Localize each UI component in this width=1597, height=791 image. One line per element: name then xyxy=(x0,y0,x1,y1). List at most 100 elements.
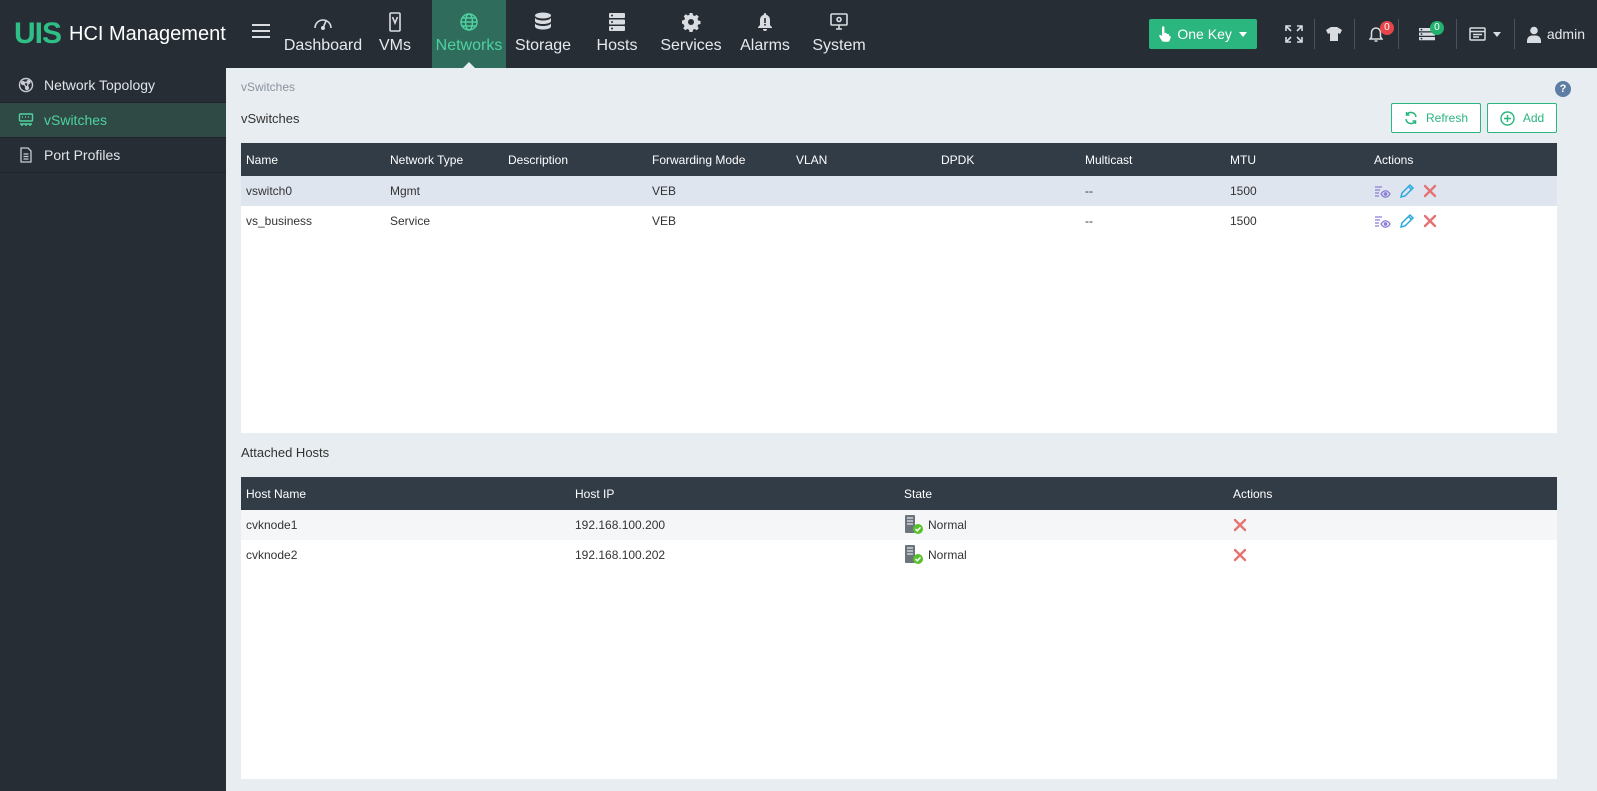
column-header[interactable]: Host Name xyxy=(241,487,570,501)
sidebar-item-network-topology[interactable]: Network Topology xyxy=(0,68,226,103)
main-nav: Dashboard VMs Networks Storage Hosts Ser… xyxy=(283,0,876,69)
nav-vms[interactable]: VMs xyxy=(358,0,432,68)
nav-alarms[interactable]: Alarms xyxy=(728,0,802,68)
delete-icon[interactable] xyxy=(1233,518,1247,532)
host-state: Normal xyxy=(899,545,1228,565)
alarm-notifications-button[interactable]: 0 xyxy=(1355,19,1399,49)
nav-services[interactable]: Services xyxy=(654,0,728,68)
column-header[interactable]: VLAN xyxy=(791,153,936,167)
column-header[interactable]: State xyxy=(899,487,1228,501)
table-header: Host Name Host IP State Actions xyxy=(241,477,1557,510)
chevron-down-icon xyxy=(1238,31,1247,37)
edit-icon[interactable] xyxy=(1399,213,1415,229)
host-name: cvknode2 xyxy=(246,548,298,562)
column-header: Actions xyxy=(1233,486,1273,501)
refresh-button[interactable]: Refresh xyxy=(1391,103,1481,133)
table-header: Name Network Type Description Forwarding… xyxy=(241,143,1557,176)
mtu: 1500 xyxy=(1230,214,1257,228)
add-button[interactable]: Add xyxy=(1487,103,1557,133)
shirt-icon xyxy=(1325,26,1343,42)
nav-label: VMs xyxy=(379,37,411,54)
host-state: Normal xyxy=(899,515,1228,535)
gauge-icon xyxy=(312,12,334,32)
vswitch-name: vswitch0 xyxy=(246,184,293,198)
switch-icon xyxy=(18,112,34,128)
host-ip: 192.168.100.200 xyxy=(575,518,666,532)
view-details-icon[interactable] xyxy=(1374,215,1391,228)
host-normal-icon xyxy=(904,545,923,565)
add-circle-icon xyxy=(1500,110,1515,126)
help-icon[interactable]: ? xyxy=(1555,81,1571,97)
nav-networks[interactable]: Networks xyxy=(432,0,506,69)
edit-icon[interactable] xyxy=(1399,183,1415,199)
attached-hosts-title: Attached Hosts xyxy=(241,445,330,460)
menu-toggle-icon[interactable] xyxy=(252,24,272,42)
column-header[interactable]: Name xyxy=(241,153,385,167)
forwarding-mode: VEB xyxy=(652,214,677,228)
tasks-button[interactable]: 0 xyxy=(1399,19,1457,49)
username: admin xyxy=(1546,26,1585,42)
one-key-button[interactable]: One Key xyxy=(1149,19,1257,49)
view-details-icon[interactable] xyxy=(1374,185,1391,198)
logo[interactable]: UIS HCI Management xyxy=(14,18,226,50)
topbar-tools: One Key 0 0 admin xyxy=(1149,0,1597,68)
table-row[interactable]: cvknode2 192.168.100.202 Normal xyxy=(241,540,1557,570)
column-header[interactable]: DPDK xyxy=(936,153,1080,167)
nav-storage[interactable]: Storage xyxy=(506,0,580,68)
nav-label: Dashboard xyxy=(283,37,363,54)
bell-icon xyxy=(754,12,776,32)
vm-icon xyxy=(384,12,406,32)
fullscreen-icon xyxy=(1285,25,1304,43)
sidebar-item-port-profiles[interactable]: Port Profiles xyxy=(0,138,226,173)
mtu: 1500 xyxy=(1230,184,1257,198)
chevron-down-icon xyxy=(1493,31,1502,37)
delete-icon[interactable] xyxy=(1423,214,1437,228)
column-header[interactable]: Description xyxy=(503,153,647,167)
column-header[interactable]: Multicast xyxy=(1080,153,1225,167)
add-label: Add xyxy=(1522,111,1545,125)
fullscreen-button[interactable] xyxy=(1275,19,1315,49)
delete-icon[interactable] xyxy=(1233,548,1247,562)
multicast: -- xyxy=(1085,214,1093,228)
column-header: Actions xyxy=(1374,152,1414,167)
nav-label: System xyxy=(812,37,866,54)
hand-pointer-icon xyxy=(1157,26,1172,42)
layout-menu-button[interactable] xyxy=(1457,19,1515,49)
table-row[interactable]: vs_business Service VEB -- 1500 xyxy=(241,206,1557,236)
state-text: Normal xyxy=(928,548,967,562)
nav-label: Storage xyxy=(514,37,572,54)
sidebar-item-vswitches[interactable]: vSwitches xyxy=(0,103,226,138)
theme-button[interactable] xyxy=(1315,19,1355,49)
column-header[interactable]: Host IP xyxy=(570,487,899,501)
column-header[interactable]: Forwarding Mode xyxy=(647,153,791,167)
delete-icon[interactable] xyxy=(1423,184,1437,198)
row-actions xyxy=(1228,548,1557,562)
sidebar-item-label: Network Topology xyxy=(44,77,156,93)
user-menu[interactable]: admin xyxy=(1515,26,1597,43)
table-row[interactable]: cvknode1 192.168.100.200 Normal xyxy=(241,510,1557,540)
app-title: HCI Management xyxy=(69,23,226,45)
table-row[interactable]: vswitch0 Mgmt VEB -- 1500 xyxy=(241,176,1557,206)
host-name: cvknode1 xyxy=(246,518,298,532)
gear-icon xyxy=(680,12,702,32)
monitor-icon xyxy=(828,12,850,32)
sidebar-item-label: Port Profiles xyxy=(44,147,121,163)
nav-system[interactable]: System xyxy=(802,0,876,68)
row-actions xyxy=(1369,213,1557,229)
state-text: Normal xyxy=(928,518,967,532)
nav-hosts[interactable]: Hosts xyxy=(580,0,654,68)
vswitch-table: Name Network Type Description Forwarding… xyxy=(241,143,1557,433)
user-icon xyxy=(1526,26,1541,43)
window-icon xyxy=(1469,26,1487,42)
nav-dashboard[interactable]: Dashboard xyxy=(283,0,363,68)
task-count-badge: 0 xyxy=(1429,21,1444,35)
row-actions xyxy=(1369,183,1557,199)
breadcrumb[interactable]: vSwitches xyxy=(241,80,295,94)
column-header[interactable]: Network Type xyxy=(385,153,503,167)
main-content: vSwitches ? vSwitches Refresh Add Name N… xyxy=(226,68,1597,791)
topology-icon xyxy=(18,77,34,93)
column-header[interactable]: MTU xyxy=(1225,153,1369,167)
attached-hosts-table: Host Name Host IP State Actions cvknode1… xyxy=(241,477,1557,779)
multicast: -- xyxy=(1085,184,1093,198)
host-normal-icon xyxy=(904,515,923,535)
